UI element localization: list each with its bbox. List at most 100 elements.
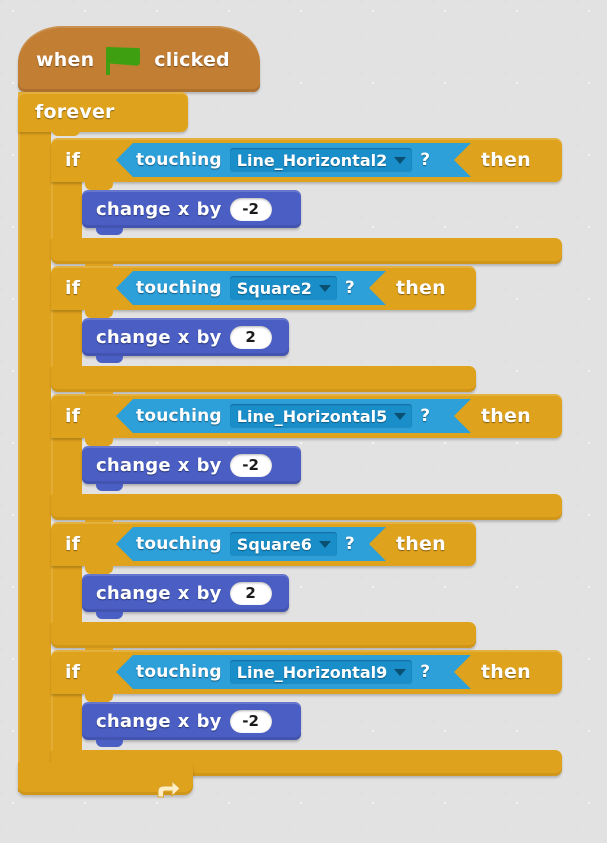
if-header-notch: [85, 182, 113, 190]
touching-boolean-block[interactable]: touching Square2?: [116, 271, 386, 305]
if-label: if: [65, 149, 81, 171]
chevron-down-icon[interactable]: [319, 541, 331, 548]
loop-arrow-icon: [154, 778, 182, 802]
then-label: then: [396, 277, 446, 299]
then-label: then: [481, 661, 531, 683]
chevron-down-icon[interactable]: [394, 669, 406, 676]
chevron-down-icon[interactable]: [319, 285, 331, 292]
touching-label: touching: [136, 406, 222, 426]
if-block-left-column: [51, 694, 82, 750]
change-x-value-input[interactable]: -2: [229, 453, 272, 477]
touching-label: touching: [136, 662, 222, 682]
chevron-down-icon[interactable]: [394, 157, 406, 164]
clicked-label: clicked: [154, 49, 230, 71]
change-x-x-label: x: [177, 454, 190, 476]
question-mark-label: ?: [420, 406, 431, 426]
touching-target-value: Line_Horizontal5: [236, 406, 388, 426]
change-x-change-label: change: [96, 710, 171, 732]
if-label: if: [65, 277, 81, 299]
green-flag-icon: [103, 45, 145, 75]
when-flag-clicked-block[interactable]: when clicked: [18, 26, 260, 97]
forever-loop-header[interactable]: forever: [18, 92, 188, 132]
touching-target-dropdown[interactable]: Line_Horizontal9: [230, 660, 412, 685]
if-block-footer[interactable]: [51, 622, 476, 648]
if-label: if: [65, 405, 81, 427]
touching-target-value: Square2: [236, 278, 312, 298]
question-mark-label: ?: [420, 662, 431, 682]
change-x-by-block[interactable]: change x by -2: [82, 702, 301, 747]
touching-target-dropdown[interactable]: Line_Horizontal5: [230, 404, 412, 429]
touching-boolean-block[interactable]: touching Line_Horizontal5?: [116, 399, 471, 433]
then-label: then: [481, 405, 531, 427]
if-block-header[interactable]: if touching Square6? then: [51, 522, 476, 566]
change-x-x-label: x: [177, 326, 190, 348]
chevron-down-icon[interactable]: [394, 413, 406, 420]
then-label: then: [481, 149, 531, 171]
change-x-x-label: x: [177, 582, 190, 604]
question-mark-label: ?: [344, 534, 355, 554]
change-x-bottom-notch: [96, 612, 123, 619]
if-label: if: [65, 661, 81, 683]
change-x-by-block[interactable]: change x by 2: [82, 574, 289, 619]
if-block-header[interactable]: if touching Line_Horizontal5? then: [51, 394, 562, 438]
change-x-value-input[interactable]: -2: [229, 709, 272, 733]
if-header-notch: [85, 310, 113, 318]
forever-loop-left-column: [18, 92, 51, 792]
if-header-notch: [85, 694, 113, 702]
script-canvas: when clicked forever if touching Line_Hori…: [0, 0, 607, 843]
change-x-by-label: by: [196, 198, 222, 220]
change-x-by-label: by: [196, 710, 222, 732]
change-x-value-input[interactable]: -2: [229, 197, 272, 221]
change-x-by-label: by: [196, 454, 222, 476]
if-block-left-column: [51, 182, 82, 238]
question-mark-label: ?: [420, 150, 431, 170]
if-block-header[interactable]: if touching Line_Horizontal9? then: [51, 650, 562, 694]
touching-target-dropdown[interactable]: Square2: [230, 276, 337, 301]
forever-header-notch: [52, 128, 80, 136]
if-block-left-column: [51, 438, 82, 494]
change-x-by-label: by: [196, 326, 222, 348]
if-header-notch: [85, 566, 113, 574]
touching-label: touching: [136, 150, 222, 170]
change-x-by-block[interactable]: change x by -2: [82, 446, 301, 491]
change-x-bottom-notch: [96, 484, 123, 491]
touching-boolean-block[interactable]: touching Square6?: [116, 527, 386, 561]
touching-target-dropdown[interactable]: Line_Horizontal2: [230, 148, 412, 173]
if-block-header[interactable]: if touching Line_Horizontal2? then: [51, 138, 562, 182]
change-x-x-label: x: [177, 198, 190, 220]
if-block-footer[interactable]: [51, 494, 562, 520]
change-x-bottom-notch: [96, 356, 123, 363]
touching-label: touching: [136, 534, 222, 554]
change-x-change-label: change: [96, 582, 171, 604]
touching-target-value: Line_Horizontal2: [236, 150, 388, 170]
change-x-x-label: x: [177, 710, 190, 732]
question-mark-label: ?: [344, 278, 355, 298]
forever-label: forever: [35, 101, 115, 123]
change-x-change-label: change: [96, 454, 171, 476]
if-block-footer[interactable]: [51, 238, 562, 264]
if-block-left-column: [51, 566, 82, 622]
touching-boolean-block[interactable]: touching Line_Horizontal9?: [116, 655, 471, 689]
change-x-value-input[interactable]: 2: [229, 581, 272, 605]
if-label: if: [65, 533, 81, 555]
when-label: when: [36, 49, 95, 71]
if-header-notch: [85, 438, 113, 446]
change-x-change-label: change: [96, 326, 171, 348]
touching-target-dropdown[interactable]: Square6: [230, 532, 337, 557]
touching-label: touching: [136, 278, 222, 298]
change-x-change-label: change: [96, 198, 171, 220]
change-x-by-block[interactable]: change x by -2: [82, 190, 301, 235]
touching-boolean-block[interactable]: touching Line_Horizontal2?: [116, 143, 471, 177]
change-x-by-label: by: [196, 582, 222, 604]
if-block-left-column: [51, 310, 82, 366]
change-x-bottom-notch: [96, 228, 123, 235]
if-block-footer[interactable]: [51, 366, 476, 392]
hat-block-content: when clicked: [36, 45, 230, 75]
change-x-value-input[interactable]: 2: [229, 325, 272, 349]
if-block-header[interactable]: if touching Square2? then: [51, 266, 476, 310]
change-x-by-block[interactable]: change x by 2: [82, 318, 289, 363]
change-x-bottom-notch: [96, 740, 123, 747]
touching-target-value: Square6: [236, 534, 312, 554]
touching-target-value: Line_Horizontal9: [236, 662, 388, 682]
then-label: then: [396, 533, 446, 555]
